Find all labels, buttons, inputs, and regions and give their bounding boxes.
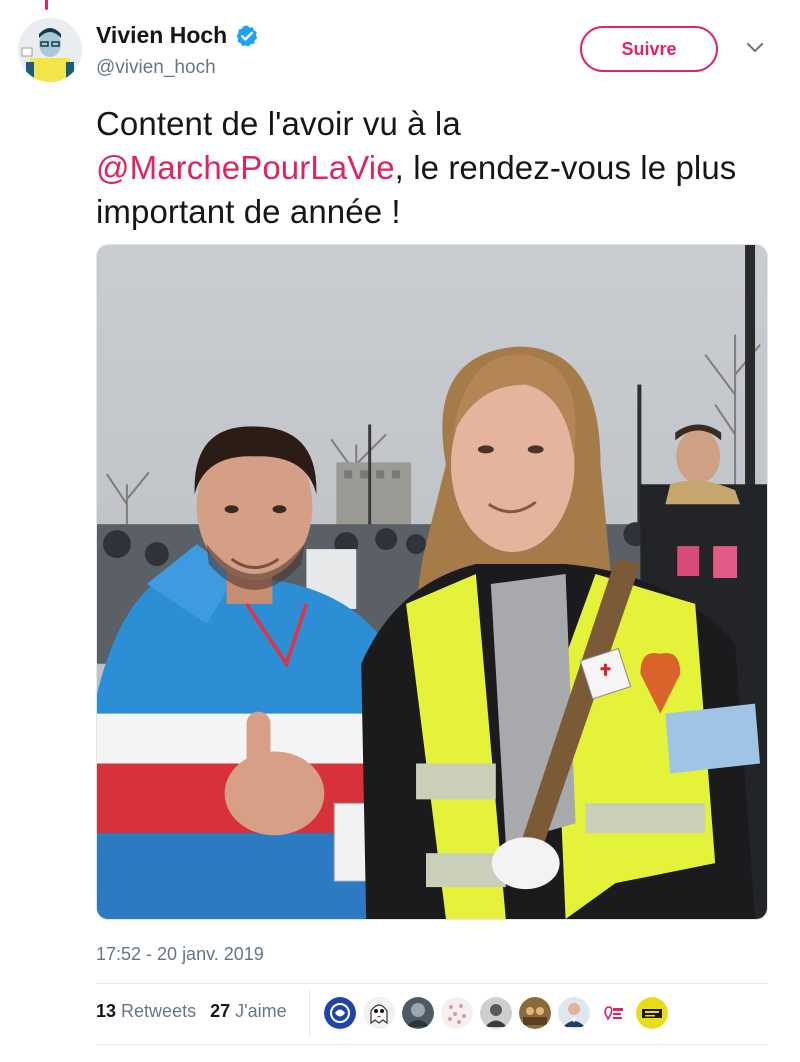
divider xyxy=(96,1044,768,1045)
blue-logo-avatar xyxy=(324,997,356,1029)
follow-button[interactable]: Suivre xyxy=(580,26,718,72)
retweet-label: Retweets xyxy=(121,1001,197,1021)
verified-badge-icon xyxy=(236,25,258,47)
liker-avatar-4[interactable] xyxy=(441,997,473,1029)
liker-avatar-9[interactable] xyxy=(636,997,668,1029)
tweet-timestamp[interactable]: 17:52 - 20 janv. 2019 xyxy=(96,944,264,965)
ghost-avatar xyxy=(363,997,395,1029)
liker-avatar-6[interactable] xyxy=(519,997,551,1029)
like-label: J'aime xyxy=(235,1001,287,1021)
dark-portrait-avatar xyxy=(402,997,434,1029)
liker-avatar-8[interactable] xyxy=(597,997,629,1029)
liker-avatar-3[interactable] xyxy=(402,997,434,1029)
liker-avatar-1[interactable] xyxy=(324,997,356,1029)
retweet-count-link[interactable]: 13 Retweets xyxy=(96,1001,196,1022)
tweet-stats: 13 Retweets 27 J'aime xyxy=(96,1001,287,1022)
tweet-photo[interactable] xyxy=(96,244,768,920)
author-handle[interactable]: @vivien_hoch xyxy=(96,57,216,79)
liker-avatar-2[interactable] xyxy=(363,997,395,1029)
mention-link[interactable]: @MarchePourLaVie xyxy=(96,149,395,186)
pink-pattern-avatar xyxy=(441,997,473,1029)
liker-avatar-5[interactable] xyxy=(480,997,512,1029)
tweet-text: Content de l'avoir vu à la @MarchePourLa… xyxy=(96,102,756,234)
grayscale-portrait-avatar xyxy=(480,997,512,1029)
photo-two-men-rally xyxy=(97,245,767,919)
suit-portrait-avatar xyxy=(558,997,590,1029)
divider xyxy=(96,983,768,984)
crowd-photo-avatar xyxy=(519,997,551,1029)
like-count-link[interactable]: 27 J'aime xyxy=(210,1001,287,1022)
yellow-badge-avatar xyxy=(636,997,668,1029)
top-accent-marker xyxy=(45,0,48,10)
liker-avatar-7[interactable] xyxy=(558,997,590,1029)
like-count: 27 xyxy=(210,1001,231,1021)
avatar-portrait-icon xyxy=(18,18,82,82)
stats-separator xyxy=(309,990,310,1036)
author-display-name[interactable]: Vivien Hoch xyxy=(96,22,227,49)
chevron-down-icon[interactable] xyxy=(744,40,766,56)
author-name-row[interactable]: Vivien Hoch xyxy=(96,22,259,49)
tweet-text-before: Content de l'avoir vu à la xyxy=(96,105,461,142)
author-avatar[interactable] xyxy=(18,18,82,82)
marche-logo-avatar xyxy=(597,997,629,1029)
retweet-count: 13 xyxy=(96,1001,117,1021)
liker-avatars xyxy=(324,997,668,1029)
